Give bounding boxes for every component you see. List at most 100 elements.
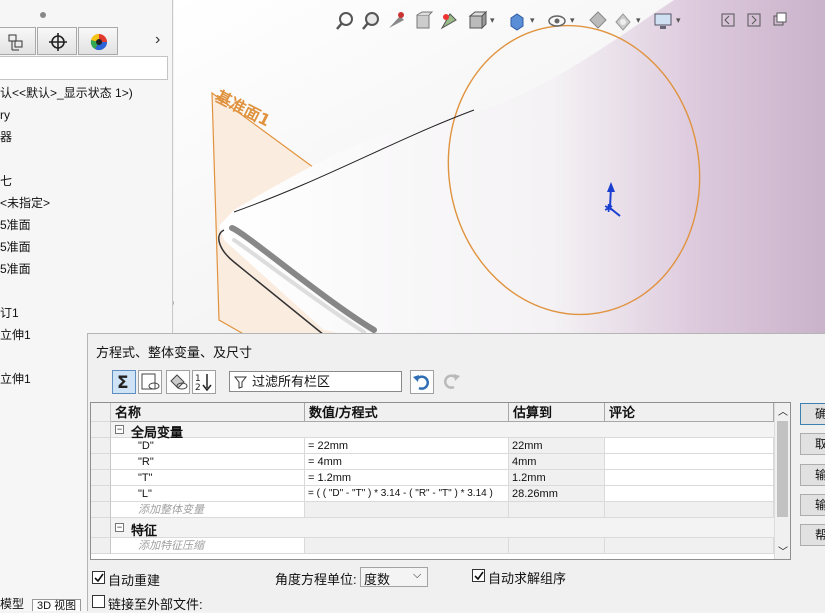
dimension-view-button[interactable] [166, 370, 190, 394]
hide-show-icon[interactable] [546, 10, 568, 32]
scroll-thumb[interactable] [777, 421, 788, 517]
view-settings-icon[interactable] [652, 10, 674, 32]
tree-item-front-plane[interactable]: 5准面 [0, 216, 31, 234]
dimension-view-icon [170, 374, 188, 390]
help-button[interactable]: 帮 [800, 524, 825, 546]
tile-icon[interactable] [772, 12, 788, 28]
row-gutter [91, 518, 111, 538]
tree-item-sensors[interactable]: 器 [0, 128, 12, 146]
section-view-icon[interactable] [412, 10, 434, 32]
link-external-file-checkbox[interactable] [92, 595, 105, 608]
checkmark-icon [94, 573, 104, 583]
configuration-manager-tab[interactable] [0, 27, 36, 55]
comment-cell[interactable] [605, 438, 774, 454]
column-header-comments[interactable]: 评论 [605, 403, 774, 422]
filter-box[interactable] [0, 56, 168, 80]
edit-appearance-icon[interactable] [586, 10, 608, 32]
heads-up-toolbar: ▾ ▾ ▾ ▾ ▾ [334, 10, 694, 36]
evaluates-cell: 28.26mm [509, 486, 605, 502]
filter-field[interactable]: 过滤所有栏区 [229, 371, 402, 392]
vertical-scrollbar[interactable]: ︿ ﹀ [774, 403, 790, 559]
display-style-icon[interactable] [506, 10, 528, 32]
ordered-view-button[interactable]: 12 [192, 370, 216, 394]
dimxpert-manager-tab[interactable] [37, 27, 77, 55]
tree-item-history[interactable]: ry [0, 106, 10, 124]
zoom-area-icon[interactable] [360, 10, 382, 32]
previous-view-icon[interactable] [386, 10, 408, 32]
column-header-equation[interactable]: 数值/方程式 [305, 403, 509, 422]
row-gutter[interactable] [91, 438, 111, 454]
tree-item-extrude-2[interactable]: 立伸1 [0, 370, 31, 388]
equations-grid: 名称 数值/方程式 估算到 评论 − 全局变量 "D" = 22mm 22mm … [90, 402, 791, 560]
variable-name-cell[interactable]: "T" [111, 470, 305, 486]
variable-name-cell[interactable]: "L" [111, 486, 305, 502]
row-gutter[interactable] [91, 454, 111, 470]
scroll-up-icon[interactable]: ︿ [778, 403, 788, 418]
equation-cell[interactable]: = 22mm [305, 438, 509, 454]
zoom-to-fit-icon[interactable] [334, 10, 356, 32]
chevron-down-icon[interactable]: ▾ [636, 15, 641, 26]
export-button[interactable]: 输 [800, 494, 825, 516]
tree-item-extrude-1[interactable]: 立伸1 [0, 326, 31, 344]
restore-right-icon[interactable] [746, 12, 762, 28]
variable-name-cell[interactable]: "R" [111, 454, 305, 470]
comment-cell[interactable] [605, 486, 774, 502]
angle-unit-value: 度数 [364, 572, 391, 587]
add-global-variable-cell[interactable]: 添加整体变量 [111, 502, 305, 518]
row-gutter[interactable] [91, 486, 111, 502]
tree-item-right-plane[interactable]: 5准面 [0, 260, 31, 278]
add-feature-suppression-cell[interactable]: 添加特征压缩 [111, 538, 305, 554]
cancel-button[interactable]: 取 [800, 433, 825, 455]
tree-item-annotations[interactable]: 七 [0, 172, 12, 190]
auto-rebuild-checkbox[interactable] [92, 571, 105, 584]
chevron-down-icon[interactable]: ▾ [490, 15, 495, 26]
tree-item-top-plane[interactable]: 5准面 [0, 238, 31, 256]
display-manager-tab[interactable] [78, 27, 118, 55]
row-gutter[interactable] [91, 470, 111, 486]
scroll-down-icon[interactable]: ﹀ [778, 543, 788, 558]
collapse-icon[interactable]: − [115, 523, 124, 532]
chevron-right-icon[interactable]: › [155, 31, 160, 49]
svg-text:2: 2 [195, 383, 201, 393]
import-button[interactable]: 输 [800, 464, 825, 486]
restore-left-icon[interactable] [720, 12, 736, 28]
tab-model[interactable]: 模型 [0, 597, 24, 611]
header-gutter [91, 403, 111, 422]
chevron-down-icon[interactable]: ▾ [676, 15, 681, 26]
graphics-area[interactable]: ✱ 基准面1 ▾ ▾ ▾ ▾ ▾ [174, 0, 825, 340]
variable-name-cell[interactable]: "D" [111, 438, 305, 454]
dynamic-annotation-icon[interactable] [438, 10, 460, 32]
redo-button[interactable] [440, 370, 464, 394]
group-row-global[interactable] [111, 422, 774, 438]
collapse-icon[interactable]: − [115, 425, 124, 434]
evaluates-cell [509, 502, 605, 518]
auto-solve-order-checkbox[interactable] [472, 569, 485, 582]
chevron-down-icon[interactable]: ▾ [570, 15, 575, 26]
equation-view-button[interactable]: Σ [112, 370, 136, 394]
row-gutter [91, 502, 111, 518]
tab-3d-view[interactable]: 3D 视图 [32, 599, 82, 611]
sketch-view-icon [141, 373, 160, 390]
equations-dialog: 方程式、整体变量、及尺寸 Σ 12 过滤所有栏区 名称 数值/方程式 估算到 评… [87, 333, 825, 612]
model-view[interactable]: ✱ 基准面1 [174, 0, 825, 340]
tree-item-material[interactable]: <未指定> [0, 194, 50, 212]
equation-cell[interactable]: = 4mm [305, 454, 509, 470]
sketch-equation-view-button[interactable] [138, 370, 162, 394]
svg-text:✱: ✱ [604, 202, 613, 215]
apply-scene-icon[interactable] [612, 10, 634, 32]
view-orientation-icon[interactable] [466, 10, 488, 32]
panel-grip[interactable] [40, 12, 46, 18]
column-header-name[interactable]: 名称 [111, 403, 305, 422]
comment-cell[interactable] [605, 470, 774, 486]
angle-unit-select[interactable]: 度数 ⌵ [360, 567, 428, 587]
equation-cell[interactable]: = ( ( "D" - "T" ) * 3.14 - ( "R" - "T" )… [305, 486, 509, 502]
group-row-features[interactable] [111, 518, 774, 538]
undo-button[interactable] [410, 370, 434, 394]
chevron-down-icon[interactable]: ▾ [530, 15, 535, 26]
column-header-evaluates[interactable]: 估算到 [509, 403, 605, 422]
equation-cell[interactable]: = 1.2mm [305, 470, 509, 486]
tree-item-root[interactable]: 认<<默认>_显示状态 1>) [0, 84, 133, 102]
comment-cell[interactable] [605, 454, 774, 470]
tree-item-origin[interactable]: 订1 [0, 304, 19, 322]
ok-button[interactable]: 确 [800, 403, 825, 425]
